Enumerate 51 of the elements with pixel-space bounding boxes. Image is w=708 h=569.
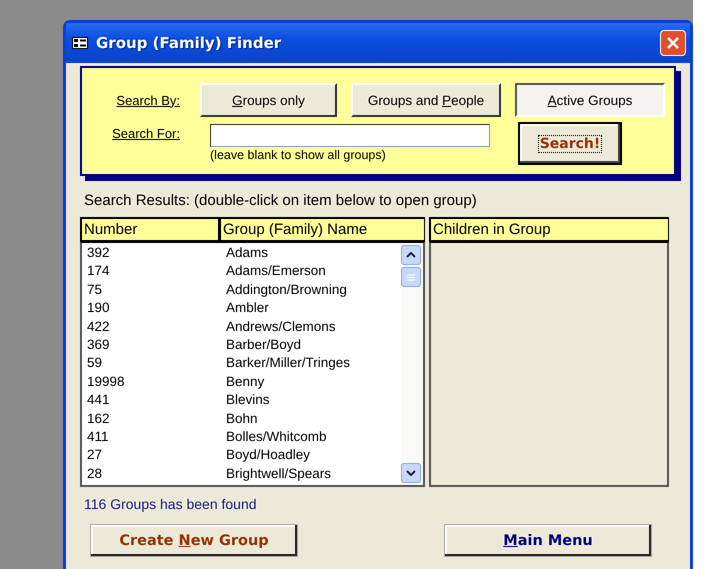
name-cell-text: Blevins [226, 391, 271, 410]
scrollbar[interactable] [401, 243, 423, 485]
scroll-thumb[interactable] [401, 267, 421, 287]
column-header: Group (Family) Name [219, 217, 425, 242]
search-button[interactable]: Search! [518, 122, 622, 165]
results-caption: Search Results: (double-click on item below to open group) [84, 192, 478, 209]
column-header: Number [80, 217, 219, 242]
number-cell-text: 392 [87, 244, 111, 262]
name-cell-text: Boyd/Hoadley [226, 446, 312, 464]
number-cell-text: 75 [87, 280, 104, 299]
search-mode-button[interactable]: Groups only [200, 83, 337, 117]
children-list[interactable] [429, 242, 669, 487]
name-cell-text: Adams/Emerson [226, 262, 327, 280]
number-cell-text: 422 [87, 318, 111, 336]
search-hint: (leave blank to show all groups) [210, 148, 387, 162]
close-button[interactable] [660, 30, 686, 56]
number-cell-text: 162 [87, 410, 111, 428]
name-cell-text: Barker/Miller/Tringes [226, 354, 352, 372]
name-cell-text: Bolles/Whitcomb [226, 428, 328, 446]
name-cell-text: Andrews/Clemons [226, 318, 337, 336]
search-field[interactable] [210, 124, 490, 147]
scroll-up-icon[interactable] [401, 245, 421, 265]
name-cell-text: Barber/Boyd [226, 336, 302, 354]
search-for-label: Search For: [112, 126, 181, 141]
number-cell-text: 174 [87, 262, 111, 280]
search-mode-button[interactable]: Active Groups [515, 83, 665, 117]
number-cell-text: 411 [87, 428, 110, 446]
number-cell-text: 19998 [87, 372, 126, 391]
name-cell-text: Adams [226, 244, 270, 262]
create-group-button[interactable]: Create New Group [90, 524, 298, 557]
search-mode-button[interactable]: Groups and People [351, 83, 501, 117]
number-cell-text: 27 [87, 446, 104, 464]
main-menu-button[interactable]: Main Menu [444, 524, 652, 557]
scroll-down-icon[interactable] [401, 463, 421, 483]
number-cell-text: 59 [87, 354, 104, 372]
form-icon [72, 37, 88, 49]
number-cell-text: 369 [87, 336, 111, 354]
number-cell-text: 441 [87, 391, 111, 410]
name-cell-text: Addington/Browning [226, 280, 348, 299]
status-text: 116 Groups has been found [84, 496, 258, 512]
name-cell-text: Bohn [226, 410, 259, 428]
results-list[interactable] [80, 242, 425, 487]
number-cell-text: 190 [87, 299, 111, 318]
search-by-label: Search By: [116, 92, 181, 108]
column-header: Children in Group [429, 217, 669, 242]
close-icon [666, 36, 680, 50]
name-cell-text: Brightwell/Spears [226, 464, 332, 483]
window-title: Group (Family) Finder [96, 34, 282, 52]
number-cell-text: 28 [87, 464, 104, 483]
name-cell-text: Benny [226, 372, 266, 391]
name-cell-text: Ambler [226, 299, 270, 318]
